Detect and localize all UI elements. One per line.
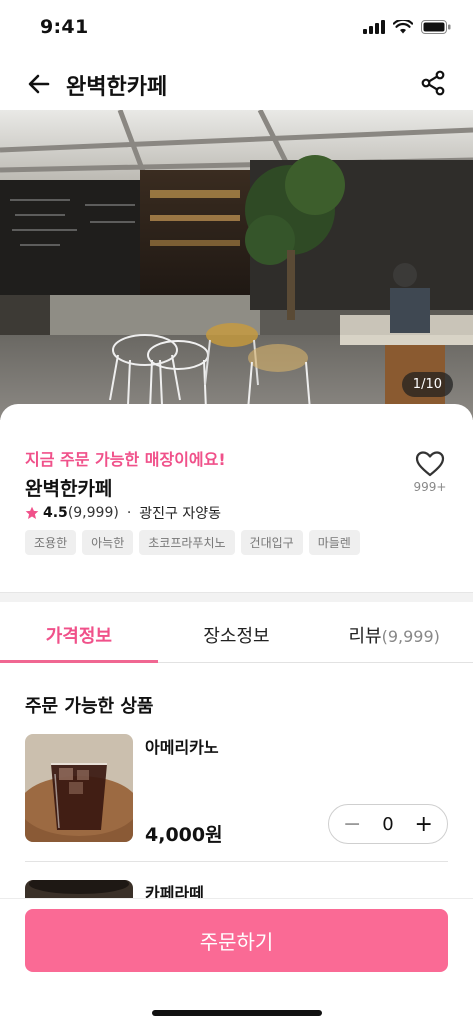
tag[interactable]: 건대입구 <box>240 530 303 555</box>
rating-count: (9,999) <box>67 505 119 521</box>
bottom-action-bar: 주문하기 <box>0 898 473 1024</box>
tab-label: 가격정보 <box>45 626 112 647</box>
back-arrow-icon <box>28 74 50 94</box>
signal-icon <box>363 20 385 34</box>
products-section-title: 주문 가능한 상품 <box>25 696 154 717</box>
quantity-value: 0 <box>382 813 394 835</box>
tab-reviews[interactable]: 리뷰(9,999) <box>315 602 473 662</box>
tab-label: 장소정보 <box>203 626 270 647</box>
battery-icon <box>421 20 451 34</box>
product-item[interactable]: 아메리카노 4,000원 − 0 + <box>25 734 448 862</box>
tab-bar: 가격정보 장소정보 리뷰(9,999) <box>0 602 473 663</box>
page-title: 완벽한카페 <box>66 75 168 100</box>
tag[interactable]: 조용한 <box>25 530 77 555</box>
review-count: (9,999) <box>381 627 440 646</box>
shop-name: 완벽한카페 <box>25 478 113 500</box>
product-name: 아메리카노 <box>145 738 219 757</box>
heart-icon <box>415 451 445 477</box>
cafe-interior-image <box>0 110 473 420</box>
order-button[interactable]: 주문하기 <box>25 909 448 972</box>
back-button[interactable] <box>26 70 54 98</box>
shop-location: 광진구 자양동 <box>139 506 222 522</box>
wifi-icon <box>393 20 413 34</box>
decrease-button[interactable]: − <box>343 812 361 837</box>
product-image <box>25 734 133 842</box>
tag[interactable]: 아늑한 <box>82 530 134 555</box>
status-bar: 9:41 <box>0 0 473 56</box>
shop-info-card: 지금 주문 가능한 매장이에요! 완벽한카페 4.5 (9,999) · 광진구… <box>0 404 473 592</box>
share-icon <box>421 70 445 96</box>
tag-list: 조용한 아늑한 초코프라푸치노 건대입구 마들렌 <box>25 530 360 555</box>
order-available-notice: 지금 주문 가능한 매장이에요! <box>25 450 226 469</box>
status-icons <box>363 20 451 34</box>
tab-place-info[interactable]: 장소정보 <box>158 602 316 662</box>
share-button[interactable] <box>419 69 447 97</box>
product-price: 4,000원 <box>145 824 223 846</box>
star-icon <box>25 506 39 519</box>
section-divider <box>0 592 473 602</box>
tab-label: 리뷰 <box>348 626 382 647</box>
like-count: 999+ <box>413 480 447 494</box>
home-indicator <box>152 1010 322 1016</box>
photo-counter: 1/10 <box>401 372 453 397</box>
like-button[interactable]: 999+ <box>413 450 447 494</box>
tag[interactable]: 마들렌 <box>308 530 360 555</box>
separator-dot: · <box>126 505 132 521</box>
app-header: 완벽한카페 <box>0 56 473 110</box>
tab-price-info[interactable]: 가격정보 <box>0 602 158 663</box>
quantity-stepper: − 0 + <box>328 804 448 844</box>
rating-row: 4.5 (9,999) · 광진구 자양동 <box>25 503 221 523</box>
cafe-photo[interactable]: 1/10 <box>0 110 473 420</box>
tag[interactable]: 초코프라푸치노 <box>139 530 235 555</box>
rating-score: 4.5 <box>43 505 68 521</box>
status-time: 9:41 <box>40 16 89 38</box>
increase-button[interactable]: + <box>415 812 433 837</box>
